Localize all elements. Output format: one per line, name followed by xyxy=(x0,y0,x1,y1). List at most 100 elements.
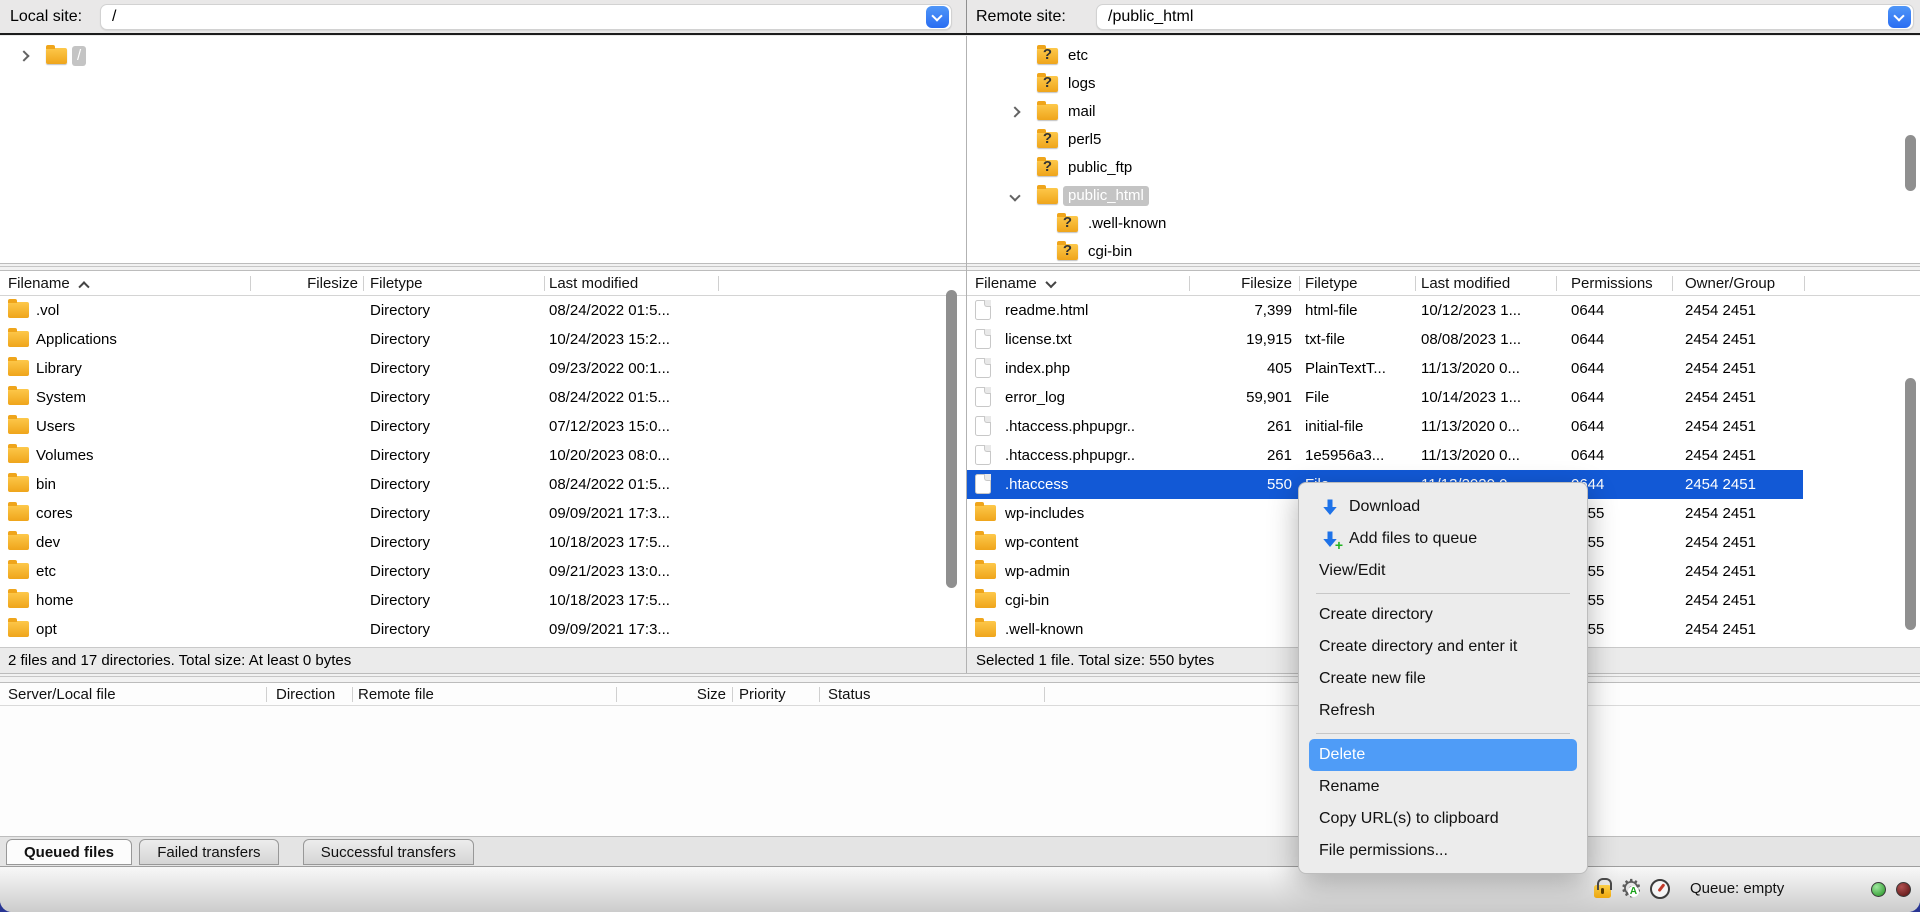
table-row[interactable]: error_log59,901File10/14/2023 1...064424… xyxy=(967,383,1920,412)
table-row[interactable]: coresDirectory09/09/2021 17:3... xyxy=(0,499,966,528)
column-separator[interactable] xyxy=(1415,276,1416,291)
menu-item-download[interactable]: Download xyxy=(1299,491,1587,523)
settings-gear-icon[interactable]: ⚙A xyxy=(1620,874,1642,904)
table-row[interactable]: readme.html7,399html-file10/12/2023 1...… xyxy=(967,296,1920,325)
horizontal-splitter[interactable] xyxy=(0,263,1920,271)
owner-cell: 2454 2451 xyxy=(1685,557,1756,586)
tree-item[interactable]: logs xyxy=(967,70,1920,98)
table-row[interactable]: .htaccess.phpupgr..261initial-file11/13/… xyxy=(967,412,1920,441)
menu-item-copy-url-s-to-clipboard[interactable]: Copy URL(s) to clipboard xyxy=(1299,803,1587,835)
owner-cell: 2454 2451 xyxy=(1685,296,1756,325)
column-separator[interactable] xyxy=(732,687,733,702)
column-separator[interactable] xyxy=(1804,276,1805,291)
column-header[interactable]: Filesize xyxy=(967,271,1292,296)
tree-item[interactable]: perl5 xyxy=(967,126,1920,154)
table-row[interactable]: etcDirectory09/21/2023 13:0... xyxy=(0,557,966,586)
local-status-text: 2 files and 17 directories. Total size: … xyxy=(8,648,351,673)
table-row[interactable]: LibraryDirectory09/23/2022 00:1... xyxy=(0,354,966,383)
menu-item-add-files-to-queue[interactable]: +Add files to queue xyxy=(1299,523,1587,555)
tree-item[interactable]: .well-known xyxy=(967,210,1920,238)
table-row[interactable]: devDirectory10/18/2023 17:5... xyxy=(0,528,966,557)
tree-item-label: logs xyxy=(1063,74,1101,94)
horizontal-splitter[interactable] xyxy=(0,673,1920,683)
table-row[interactable]: index.php405PlainTextT...11/13/2020 0...… xyxy=(967,354,1920,383)
menu-item-view-edit[interactable]: View/Edit xyxy=(1299,555,1587,587)
local-site-combobox[interactable]: / xyxy=(100,4,952,30)
column-separator[interactable] xyxy=(352,687,353,702)
column-separator[interactable] xyxy=(250,276,251,291)
remote-list-scrollbar-thumb[interactable] xyxy=(1905,378,1916,630)
tree-item[interactable]: cgi-bin xyxy=(967,238,1920,263)
remote-site-combobox[interactable]: /public_html xyxy=(1096,4,1914,30)
size-cell: 19,915 xyxy=(967,325,1292,354)
tree-item[interactable]: public_html xyxy=(967,182,1920,210)
table-row[interactable]: VolumesDirectory10/20/2023 08:0... xyxy=(0,441,966,470)
column-separator[interactable] xyxy=(1299,276,1300,291)
column-separator[interactable] xyxy=(363,276,364,291)
menu-item-create-new-file[interactable]: Create new file xyxy=(1299,663,1587,695)
tree-item[interactable]: etc xyxy=(967,42,1920,70)
chevron-right-icon[interactable] xyxy=(1009,106,1020,117)
remote-tree-scrollbar-thumb[interactable] xyxy=(1905,135,1916,191)
column-separator[interactable] xyxy=(1672,276,1673,291)
menu-item-rename[interactable]: Rename xyxy=(1299,771,1587,803)
led-green-indicator xyxy=(1871,882,1886,897)
column-separator[interactable] xyxy=(819,687,820,702)
perm-cell: 0644 xyxy=(1571,354,1604,383)
pane-divider[interactable] xyxy=(966,36,967,683)
menu-item-create-directory-and-enter-it[interactable]: Create directory and enter it xyxy=(1299,631,1587,663)
table-row[interactable]: homeDirectory10/18/2023 17:5... xyxy=(0,586,966,615)
column-header[interactable]: Filesize xyxy=(0,271,358,296)
column-header[interactable]: Owner/Group xyxy=(1685,271,1775,296)
remote-site-dropdown-button[interactable] xyxy=(1888,6,1911,28)
filename-cell: dev xyxy=(36,528,60,557)
column-header[interactable]: Last modified xyxy=(549,271,638,296)
tree-item[interactable]: / xyxy=(0,42,966,70)
owner-cell: 2454 2451 xyxy=(1685,383,1756,412)
local-list-scrollbar-thumb[interactable] xyxy=(946,290,957,588)
column-header[interactable]: Permissions xyxy=(1571,271,1653,296)
add-to-queue-icon: + xyxy=(1321,530,1339,548)
type-cell: Directory xyxy=(370,383,430,412)
queue-column-header[interactable]: Priority xyxy=(739,683,786,706)
table-row[interactable]: .htaccess.phpupgr..2611e5956a3...11/13/2… xyxy=(967,441,1920,470)
menu-item-file-permissions-[interactable]: File permissions... xyxy=(1299,835,1587,867)
chevron-right-icon[interactable] xyxy=(18,50,29,61)
table-row[interactable]: optDirectory09/09/2021 17:3... xyxy=(0,615,966,644)
column-header[interactable]: Filetype xyxy=(370,271,423,296)
modified-cell: 10/14/2023 1... xyxy=(1421,383,1521,412)
column-header[interactable]: Filetype xyxy=(1305,271,1358,296)
table-row[interactable]: UsersDirectory07/12/2023 15:0... xyxy=(0,412,966,441)
column-header[interactable]: Last modified xyxy=(1421,271,1510,296)
queue-column-header[interactable]: Size xyxy=(0,683,726,706)
column-separator[interactable] xyxy=(1189,276,1190,291)
tab-successful-transfers[interactable]: Successful transfers xyxy=(303,839,474,865)
menu-item-refresh[interactable]: Refresh xyxy=(1299,695,1587,727)
table-row[interactable]: .volDirectory08/24/2022 01:5... xyxy=(0,296,966,325)
column-separator[interactable] xyxy=(718,276,719,291)
column-separator[interactable] xyxy=(1044,687,1045,702)
owner-cell: 2454 2451 xyxy=(1685,615,1756,644)
tree-item[interactable]: public_ftp xyxy=(967,154,1920,182)
lock-icon[interactable] xyxy=(1594,885,1611,898)
tab-failed-transfers[interactable]: Failed transfers xyxy=(139,839,278,865)
column-separator[interactable] xyxy=(1556,276,1557,291)
table-row[interactable]: license.txt19,915txt-file08/08/2023 1...… xyxy=(967,325,1920,354)
chevron-down-icon[interactable] xyxy=(1009,190,1020,201)
modified-cell: 09/23/2022 00:1... xyxy=(549,354,670,383)
queue-column-header[interactable]: Status xyxy=(828,683,871,706)
table-row[interactable]: binDirectory08/24/2022 01:5... xyxy=(0,470,966,499)
table-row[interactable]: ApplicationsDirectory10/24/2023 15:2... xyxy=(0,325,966,354)
modified-cell: 08/24/2022 01:5... xyxy=(549,470,670,499)
speed-gauge-icon[interactable] xyxy=(1650,879,1670,899)
tree-item[interactable]: mail xyxy=(967,98,1920,126)
menu-item-delete[interactable]: Delete xyxy=(1309,739,1577,771)
column-separator[interactable] xyxy=(544,276,545,291)
menu-item-create-directory[interactable]: Create directory xyxy=(1299,599,1587,631)
tab-queued-files[interactable]: Queued files xyxy=(6,839,132,865)
column-separator[interactable] xyxy=(266,687,267,702)
local-site-dropdown-button[interactable] xyxy=(926,6,949,28)
download-icon xyxy=(1321,498,1339,516)
table-row[interactable]: SystemDirectory08/24/2022 01:5... xyxy=(0,383,966,412)
column-separator[interactable] xyxy=(616,687,617,702)
